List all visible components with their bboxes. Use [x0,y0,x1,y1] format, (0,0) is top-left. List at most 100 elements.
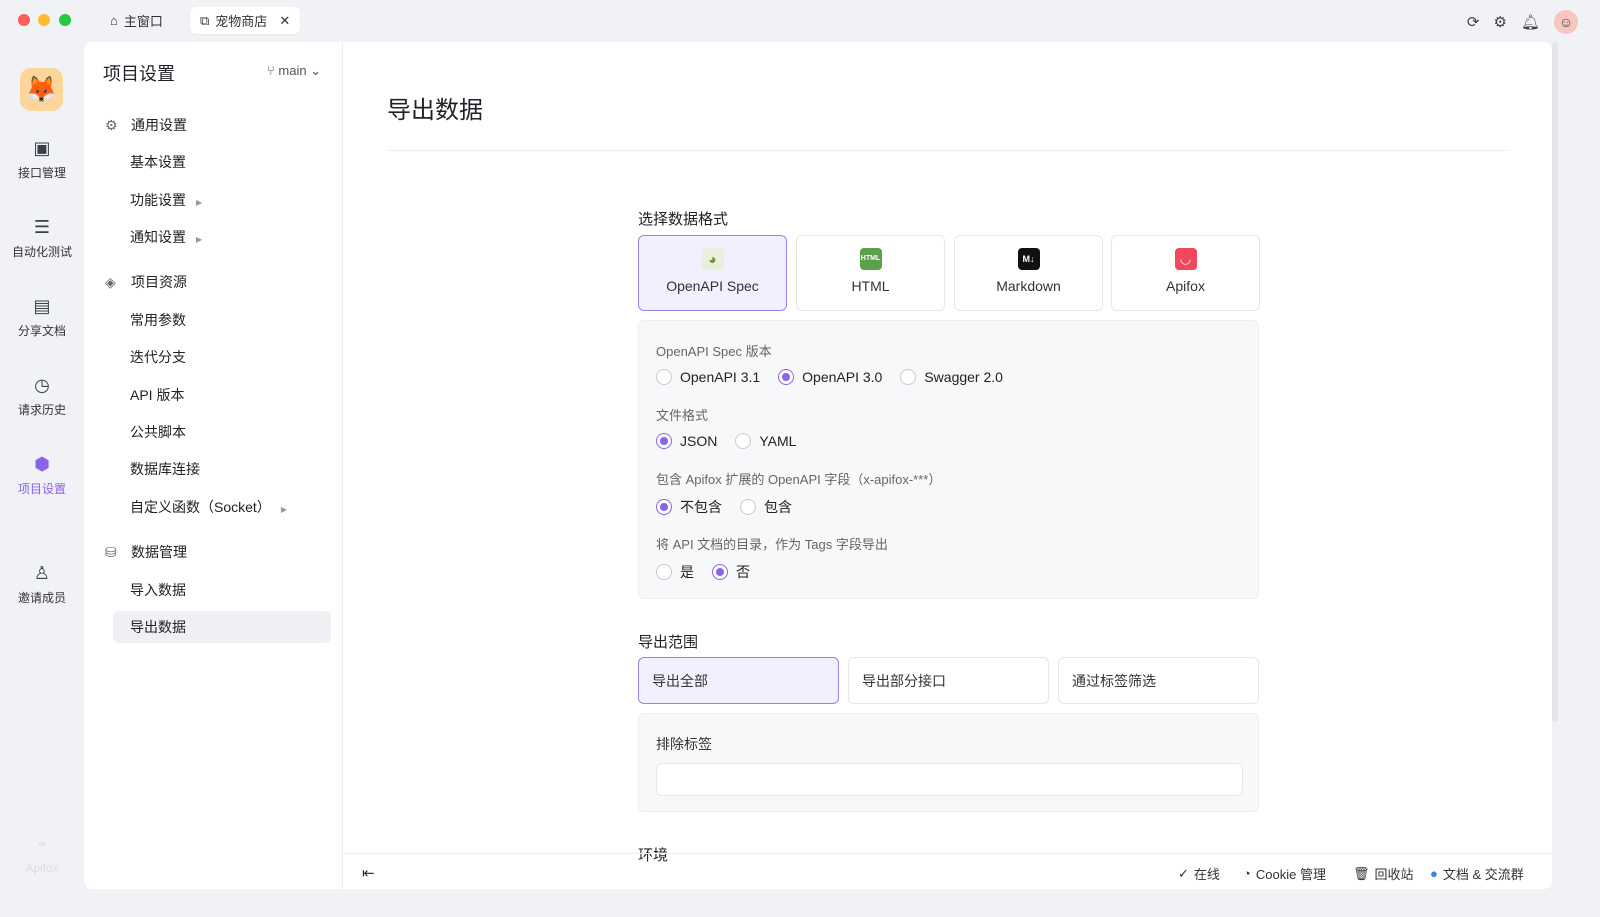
extension-label: 包含 Apifox 扩展的 OpenAPI 字段（x-apifox-***） [656,472,942,487]
scope-label: 导出范围 [638,634,699,651]
maximize-window-button[interactable] [59,14,71,26]
bell-icon[interactable]: 🔔︎ [1521,13,1540,31]
radio-json[interactable]: JSON [656,433,717,449]
page-title: 导出数据 [387,97,483,124]
main-content: 导出数据 选择数据格式 ◕ OpenAPI Spec HTML HTML M↓ Mar… [344,42,1552,864]
api-icon: ▣ [33,138,51,158]
group-data[interactable]: ⛁ 数据管理 [105,536,323,568]
radio-openapi-31[interactable]: OpenAPI 3.1 [656,369,760,385]
extension-radio-group: 不包含 包含 [656,497,792,517]
markdown-icon: M↓ [1017,248,1040,270]
test-icon: ☰ [33,217,51,237]
avatar[interactable]: ☺ [1554,10,1578,34]
format-apifox[interactable]: ◡ Apifox [1111,235,1260,311]
group-general[interactable]: ⚙ 通用设置 [105,109,323,141]
radio-include-ext[interactable]: 包含 [740,497,792,517]
version-radio-group: OpenAPI 3.1 OpenAPI 3.0 Swagger 2.0 [656,369,1003,385]
clock-icon: ◷ [34,375,50,395]
refresh-icon[interactable]: ⟳ [1467,13,1480,31]
gear-icon[interactable]: ⚙ [1494,13,1507,31]
tags-label: 将 API 文档的目录，作为 Tags 字段导出 [656,537,888,552]
hexagon-icon: ⬢ [34,454,50,474]
settings-sidebar: 项目设置 ⑂ main ⌄ ⚙ 通用设置 基本设置 功能设置 ▶ 通知设置 ▶ ◈ 项目… [84,42,343,889]
rail-project-settings[interactable]: ⬢ 项目设置 [0,454,84,497]
layers-icon: ◈ [105,274,116,290]
content-panel: 项目设置 ⑂ main ⌄ ⚙ 通用设置 基本设置 功能设置 ▶ 通知设置 ▶ ◈ 项目… [84,42,1552,889]
online-status[interactable]: ✓ 在线 [1178,864,1220,883]
group-resources[interactable]: ◈ 项目资源 [105,266,323,298]
exclude-tags-label: 排除标签 [656,736,712,752]
check-circle-icon: ✓ [1178,865,1189,881]
trash-icon: 🗑︎ [1353,865,1370,881]
cookie-manager-button[interactable]: ◔ Cookie 管理 [1243,864,1326,883]
file-format-label: 文件格式 [656,408,709,423]
radio-tags-yes[interactable]: 是 [656,562,694,582]
sidebar-item-params[interactable]: 常用参数 [113,304,331,336]
html-icon: HTML [859,248,882,270]
radio-openapi-30[interactable]: OpenAPI 3.0 [778,369,882,385]
home-icon: ⌂ [110,13,118,28]
branch-selector[interactable]: ⑂ main ⌄ [267,63,321,79]
sidebar-item-branches[interactable]: 迭代分支 [113,341,331,373]
scope-by-tags[interactable]: 通过标签筛选 [1058,657,1259,704]
caret-right-icon: ▶ [196,235,203,244]
rail-automation-test[interactable]: ☰ 自动化测试 [0,217,84,260]
radio-yaml[interactable]: YAML [735,433,796,449]
trash-button[interactable]: 🗑︎ 回收站 [1353,864,1414,883]
external-link-icon: ⧉ [200,12,210,28]
sidebar-item-basic[interactable]: 基本设置 [113,146,331,178]
tab-pet-store[interactable]: ⧉ 宠物商店 ✕ [190,7,301,34]
scrollbar[interactable] [1552,42,1558,722]
rail-share-docs[interactable]: ▤ 分享文档 [0,296,84,339]
gear-icon: ⚙ [105,117,118,133]
minimize-window-button[interactable] [38,14,50,26]
apifox-brand: ◓ Apifox [0,835,84,875]
sidebar-item-features[interactable]: 功能设置 ▶ [113,184,331,216]
caret-right-icon: ▶ [280,505,287,514]
collapse-sidebar-icon[interactable]: ⇤ [362,864,375,882]
openapi-options: OpenAPI Spec 版本 OpenAPI 3.1 OpenAPI 3.0 … [638,320,1259,599]
apifox-icon: ◡ [1174,248,1197,270]
rail-api-management[interactable]: ▣ 接口管理 [0,138,84,181]
branch-icon: ⑂ [267,63,279,78]
sidebar-item-import[interactable]: 导入数据 [113,574,331,606]
divider [387,150,1510,151]
close-window-button[interactable] [18,14,30,26]
sidebar-item-export[interactable]: 导出数据 [113,611,331,643]
scope-partial[interactable]: 导出部分接口 [848,657,1049,704]
format-html[interactable]: HTML HTML [796,235,945,311]
database-icon: ⛁ [105,544,117,560]
rail-request-history[interactable]: ◷ 请求历史 [0,375,84,418]
file-format-radio-group: JSON YAML [656,433,796,449]
title-bar: ⌂ 主窗口 ⧉ 宠物商店 ✕ ⟳ ⚙ 🔔︎ ☺ [0,0,1600,42]
openapi-icon: ◕ [701,248,724,270]
status-bar: ⇤ ✓ 在线 ◔ Cookie 管理 🗑︎ 回收站 ● 文档 & 交流群 [344,853,1552,889]
cookie-icon: ◔ [1243,866,1251,881]
radio-exclude-ext[interactable]: 不包含 [656,497,722,517]
sidebar-item-custom-functions[interactable]: 自定义函数（Socket） ▶ [113,491,331,523]
sidebar-item-api-versions[interactable]: API 版本 [113,379,331,411]
tab-home[interactable]: ⌂ 主窗口 [100,7,173,34]
tags-radio-group: 是 否 [656,562,750,582]
format-openapi[interactable]: ◕ OpenAPI Spec [638,235,787,311]
caret-right-icon: ▶ [196,198,203,207]
close-tab-icon[interactable]: ✕ [279,13,290,29]
sidebar-item-database[interactable]: 数据库连接 [113,453,331,485]
format-markdown[interactable]: M↓ Markdown [954,235,1103,311]
scope-all[interactable]: 导出全部 [638,657,839,704]
project-logo[interactable]: 🦊 [20,68,63,111]
sidebar-item-notifications[interactable]: 通知设置 ▶ [113,221,331,253]
sidebar-item-scripts[interactable]: 公共脚本 [113,416,331,448]
radio-swagger-20[interactable]: Swagger 2.0 [900,369,1003,385]
chat-icon: ● [1430,866,1438,881]
radio-tags-no[interactable]: 否 [712,562,750,582]
version-label: OpenAPI Spec 版本 [656,344,772,359]
rail-invite-members[interactable]: ♙ 邀请成员 [0,563,84,606]
apifox-logo-icon: ◓ [36,835,48,855]
exclude-tags-input[interactable] [656,763,1243,796]
format-label: 选择数据格式 [638,211,729,228]
sidebar-title: 项目设置 [103,64,175,84]
exclude-tags-box: 排除标签 [638,713,1259,812]
add-user-icon: ♙ [33,563,51,583]
docs-community-button[interactable]: ● 文档 & 交流群 [1430,864,1524,883]
